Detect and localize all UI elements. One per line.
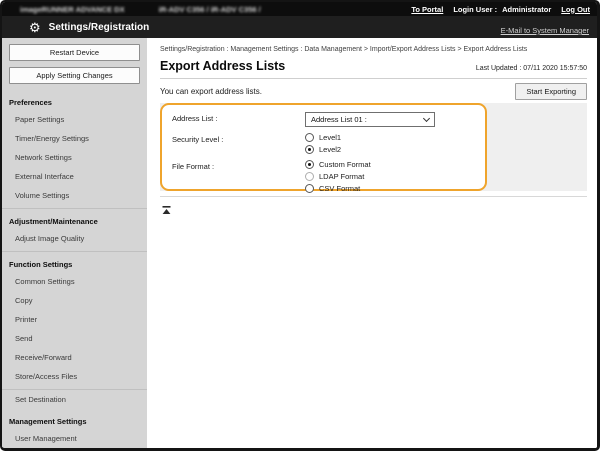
radio-custom-format-label[interactable]: Custom Format [319,160,371,169]
sidebar-section-preferences: Preferences [2,90,147,110]
file-format-options: Custom Format LDAP Format CSV Format [305,160,371,193]
body-row: Restart Device Apply Setting Changes Pre… [2,38,597,448]
sidebar-item-store-access-files[interactable]: Store/Access Files [2,367,147,386]
address-list-row: Address List : Address List 01 : [172,112,475,127]
title-row: Export Address Lists Last Updated : 07/1… [160,59,587,79]
chevron-down-icon [423,114,430,121]
device-model-redacted: iR-ADV C356 / iR-ADV C356 / [159,5,261,14]
radio-custom-format[interactable]: Custom Format [305,160,371,169]
app-title: Settings/Registration [49,22,150,33]
radio-button-icon [305,172,314,181]
radio-level1[interactable]: Level1 [305,133,341,142]
sidebar-item-volume-settings[interactable]: Volume Settings [2,186,147,205]
radio-button-icon[interactable] [305,184,314,193]
sidebar: Restart Device Apply Setting Changes Pre… [2,38,147,448]
radio-ldap-format: LDAP Format [305,172,371,181]
sidebar-section-function-settings: Function Settings [2,252,147,272]
restart-device-button[interactable]: Restart Device [9,44,140,61]
sidebar-item-send[interactable]: Send [2,329,147,348]
login-user-name: Administrator [502,5,551,14]
bottom-divider [160,196,587,197]
apply-setting-changes-button[interactable]: Apply Setting Changes [9,67,140,84]
radio-level2[interactable]: Level2 [305,145,341,154]
file-format-row: File Format : Custom Format LDAP Format [172,160,475,193]
sidebar-item-external-interface[interactable]: External Interface [2,167,147,186]
log-out-link[interactable]: Log Out [561,5,590,14]
address-list-label: Address List : [172,112,305,123]
app-bar: ⚙ Settings/Registration E-Mail to System… [2,16,597,38]
browser-page: imageRUNNER ADVANCE DX iR-ADV C356 / iR-… [0,0,600,451]
device-name-redacted: imageRUNNER ADVANCE DX [20,5,125,14]
security-level-row: Security Level : Level1 Level2 [172,133,475,154]
main-content: Settings/Registration : Management Setti… [147,38,597,448]
breadcrumb: Settings/Registration : Management Setti… [160,46,587,53]
radio-csv-format[interactable]: CSV Format [305,184,371,193]
sidebar-item-paper-settings[interactable]: Paper Settings [2,110,147,129]
page-title: Export Address Lists [160,59,285,73]
top-bar-links: To Portal Login User : Administrator Log… [411,5,597,14]
scroll-to-top-icon[interactable] [162,201,171,219]
radio-ldap-format-label: LDAP Format [319,172,364,181]
radio-button-icon[interactable] [305,145,314,154]
sidebar-item-set-destination[interactable]: Set Destination [2,390,147,409]
to-portal-link[interactable]: To Portal [411,5,443,14]
sidebar-item-network-settings[interactable]: Network Settings [2,148,147,167]
radio-level2-label[interactable]: Level2 [319,145,341,154]
radio-button-icon[interactable] [305,160,314,169]
sidebar-section-management-settings: Management Settings [2,409,147,429]
sidebar-section-adjustment-maintenance: Adjustment/Maintenance [2,209,147,229]
description-row: You can export address lists. Start Expo… [160,82,587,101]
radio-csv-format-label[interactable]: CSV Format [319,184,360,193]
radio-button-icon[interactable] [305,133,314,142]
sidebar-item-receive-forward[interactable]: Receive/Forward [2,348,147,367]
export-settings-row: Address List : Address List 01 : Securit… [160,103,587,191]
export-settings-box: Address List : Address List 01 : Securit… [160,103,487,191]
gear-icon: ⚙ [29,21,41,34]
security-level-label: Security Level : [172,133,305,144]
login-user-label: Login User : [453,5,497,14]
last-updated: Last Updated : 07/11 2020 15:57:50 [476,65,587,73]
sidebar-item-adjust-image-quality[interactable]: Adjust Image Quality [2,229,147,248]
file-format-label: File Format : [172,160,305,171]
start-exporting-button[interactable]: Start Exporting [515,83,587,100]
email-to-system-manager-link[interactable]: E-Mail to System Manager [501,26,589,38]
address-list-selected-value: Address List 01 : [311,115,367,124]
page-description: You can export address lists. [160,87,262,96]
sidebar-item-copy[interactable]: Copy [2,291,147,310]
sidebar-item-printer[interactable]: Printer [2,310,147,329]
security-level-options: Level1 Level2 [305,133,341,154]
sidebar-item-timer-energy-settings[interactable]: Timer/Energy Settings [2,129,147,148]
sidebar-item-common-settings[interactable]: Common Settings [2,272,147,291]
top-bar: imageRUNNER ADVANCE DX iR-ADV C356 / iR-… [2,2,597,16]
sidebar-item-user-management[interactable]: User Management [2,429,147,448]
address-list-select[interactable]: Address List 01 : [305,112,435,127]
radio-level1-label[interactable]: Level1 [319,133,341,142]
